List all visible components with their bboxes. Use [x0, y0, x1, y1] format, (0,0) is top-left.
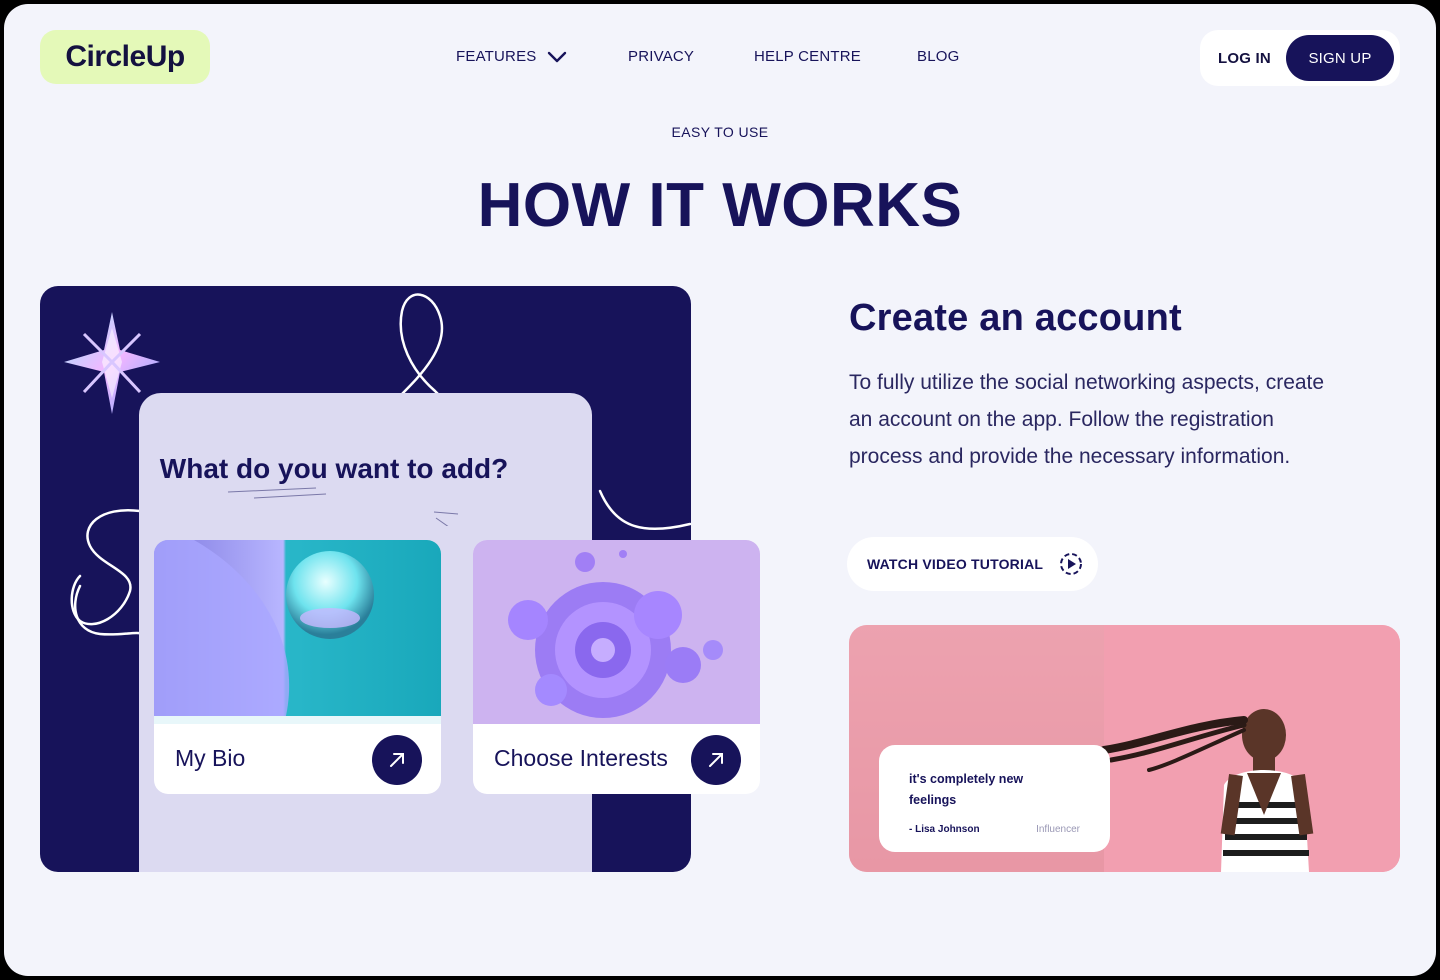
watch-video-label: WATCH VIDEO TUTORIAL	[867, 556, 1044, 572]
auth-group: LOG IN SIGN UP	[1200, 30, 1400, 86]
arrow-up-right-icon[interactable]	[691, 735, 741, 785]
testimonial-quote: it's completely new feelings	[909, 772, 1024, 807]
page: CircleUp FEATURES PRIVACY HELP CENTRE BL…	[4, 4, 1436, 976]
testimonial-role: Influencer	[1036, 824, 1080, 835]
nav-item-privacy[interactable]: PRIVACY	[628, 48, 694, 65]
testimonial-author: - Lisa Johnson	[909, 824, 980, 835]
step-description: To fully utilize the social networking a…	[849, 371, 1325, 468]
choice-card-choose-interests[interactable]: Choose Interests	[473, 540, 760, 794]
choice-label: My Bio	[175, 745, 246, 771]
login-button[interactable]: LOG IN	[1218, 50, 1271, 67]
nav-item-features[interactable]: FEATURES	[456, 48, 567, 65]
chevron-down-icon	[547, 51, 566, 62]
nav-item-help-centre[interactable]: HELP CENTRE	[754, 48, 861, 65]
arrow-up-right-icon[interactable]	[372, 735, 422, 785]
signup-button[interactable]: SIGN UP	[1286, 35, 1394, 81]
crystal-star-icon	[64, 312, 160, 414]
nav-item-label: HELP CENTRE	[754, 48, 861, 65]
nav-item-label: FEATURES	[456, 48, 537, 65]
nav-item-label: PRIVACY	[628, 48, 695, 65]
step-title: Create an account	[849, 297, 1182, 339]
question-heading: What do you want to add?	[159, 453, 509, 484]
nav-item-label: BLOG	[917, 48, 960, 65]
play-circle-icon	[1060, 553, 1083, 575]
nav-item-blog[interactable]: BLOG	[917, 48, 959, 65]
testimonial-card: it's completely new feelings - Lisa John…	[879, 745, 1110, 852]
brand-logo[interactable]: CircleUp	[40, 30, 210, 84]
section-title: HOW IT WORKS	[477, 171, 963, 240]
choice-label: Choose Interests	[494, 745, 668, 771]
section-eyebrow: EASY TO USE	[671, 124, 769, 140]
choice-card-my-bio[interactable]: My Bio	[154, 540, 441, 794]
purple-blob-image	[473, 540, 760, 724]
decorative-strokes	[227, 487, 459, 526]
water-droplet-image	[154, 540, 441, 724]
watch-video-button[interactable]: WATCH VIDEO TUTORIAL	[847, 537, 1098, 591]
